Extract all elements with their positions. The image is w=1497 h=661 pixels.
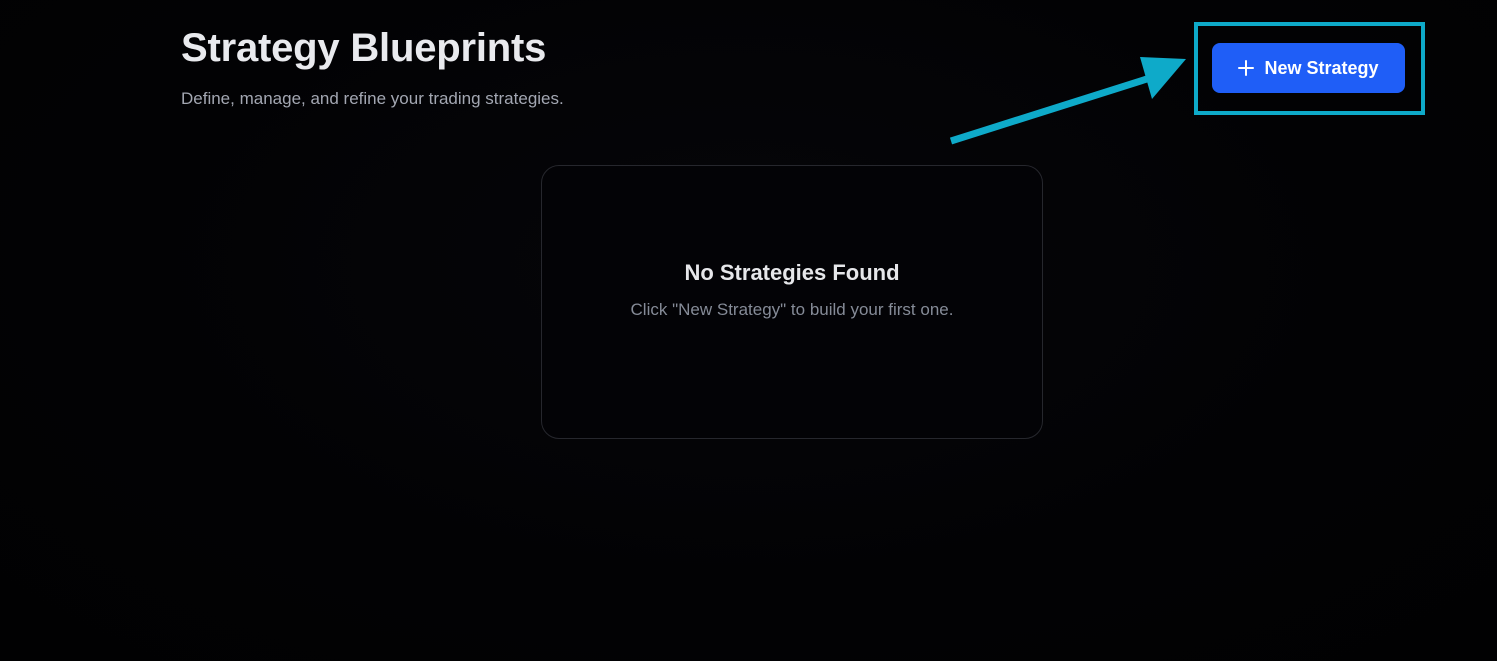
empty-state-title: No Strategies Found xyxy=(684,260,900,285)
new-strategy-label: New Strategy xyxy=(1264,57,1379,78)
empty-state-message: Click "New Strategy" to build your first… xyxy=(630,300,954,319)
page-subtitle: Define, manage, and refine your trading … xyxy=(181,89,564,108)
strategy-blueprints-page: Strategy Blueprints Define, manage, and … xyxy=(0,0,1497,661)
plus-icon xyxy=(1238,60,1255,76)
empty-state-card: No Strategies Found Click "New Strategy"… xyxy=(541,165,1043,439)
new-strategy-button[interactable]: New Strategy xyxy=(1212,43,1405,93)
page-title: Strategy Blueprints xyxy=(181,26,547,70)
